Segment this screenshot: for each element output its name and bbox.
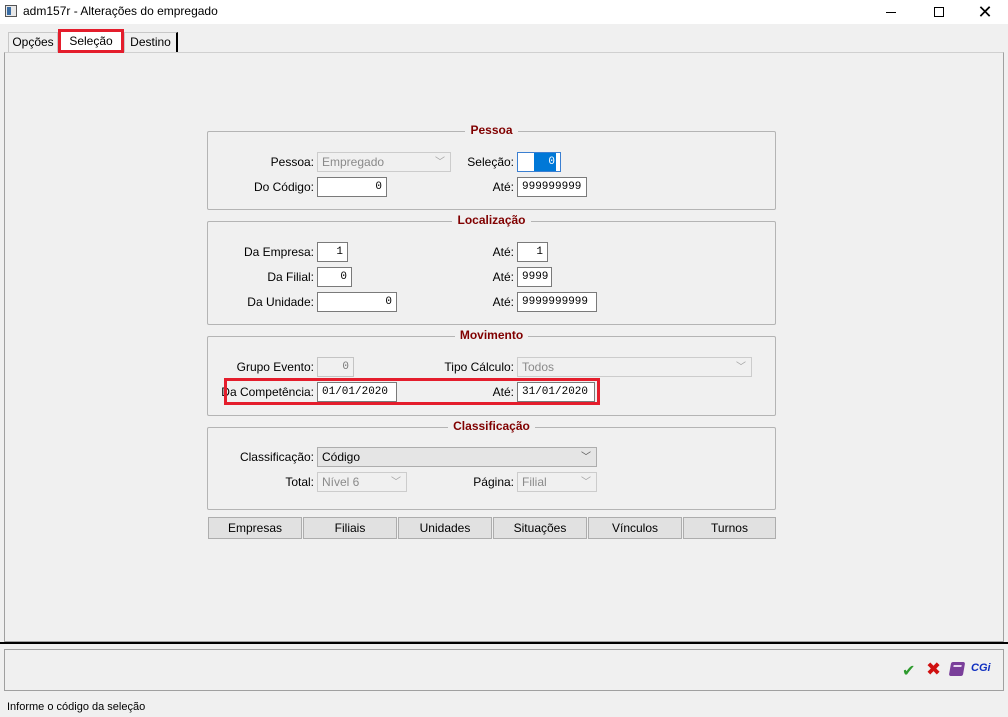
pagina-value: Filial: [522, 475, 547, 489]
pessoa-label: Pessoa:: [270, 155, 314, 169]
pagina-label: Página:: [473, 475, 514, 489]
ate-empresa-input[interactable]: 1: [517, 242, 548, 262]
group-classificacao: Classificação: [207, 419, 776, 510]
classificacao-value: Código: [322, 450, 361, 464]
pagina-select: Filial ﹀: [517, 472, 597, 492]
tipo-calculo-label: Tipo Cálculo:: [444, 360, 514, 374]
do-codigo-label: Do Código:: [253, 180, 314, 194]
highlight-box-competencia: [224, 378, 600, 405]
ate-codigo-label: Até:: [492, 180, 514, 194]
classificacao-label: Classificação:: [239, 450, 314, 464]
chevron-down-icon: ﹀: [581, 452, 591, 463]
da-filial-input[interactable]: 0: [317, 267, 352, 287]
pessoa-select: Empregado ﹀: [317, 152, 451, 172]
ate-codigo-input[interactable]: 999999999: [517, 177, 587, 197]
tipo-calculo-select: Todos ﹀: [517, 357, 752, 377]
app-icon: [5, 5, 17, 17]
group-title-pessoa: Pessoa: [465, 123, 518, 137]
confirm-icon[interactable]: ✔: [902, 661, 915, 681]
bottom-toolbar: [4, 649, 1004, 691]
maximize-button[interactable]: [916, 0, 962, 24]
tab-destino[interactable]: Destino: [124, 32, 178, 52]
minimize-icon: [886, 11, 896, 13]
help-book-icon[interactable]: [948, 662, 966, 676]
chevron-down-icon: ﹀: [581, 477, 591, 488]
panel-divider: [0, 642, 1008, 644]
grupo-evento-label: Grupo Evento:: [236, 360, 314, 374]
classificacao-select[interactable]: Código ﹀: [317, 447, 597, 467]
selecao-input-value: 0: [534, 153, 556, 171]
minimize-button[interactable]: [868, 0, 914, 24]
pessoa-select-value: Empregado: [322, 155, 385, 169]
ate-filial-label: Até:: [492, 270, 514, 284]
close-button[interactable]: ✕: [962, 0, 1008, 24]
chevron-down-icon: ﹀: [736, 362, 746, 373]
ate-unidade-label: Até:: [492, 295, 514, 309]
selecao-input[interactable]: 0: [517, 152, 561, 172]
tab-selecao[interactable]: Seleção: [58, 29, 124, 53]
tipo-calculo-value: Todos: [522, 360, 555, 374]
chevron-down-icon: ﹀: [435, 157, 445, 168]
group-title-classificacao: Classificação: [448, 419, 535, 433]
title-bar: adm157r - Alterações do empregado ✕: [0, 0, 1008, 24]
cancel-icon[interactable]: ✖: [926, 659, 941, 680]
ate-filial-input[interactable]: 9999: [517, 267, 552, 287]
do-codigo-input[interactable]: 0: [317, 177, 387, 197]
situacoes-button[interactable]: Situações: [493, 517, 587, 539]
status-bar: Informe o código da seleção: [7, 701, 146, 713]
vinculos-button[interactable]: Vínculos: [588, 517, 682, 539]
close-icon: ✕: [977, 1, 993, 22]
da-empresa-input[interactable]: 1: [317, 242, 348, 262]
unidades-button[interactable]: Unidades: [398, 517, 492, 539]
empresas-button[interactable]: Empresas: [208, 517, 302, 539]
cgi-logo-icon[interactable]: CGi: [971, 662, 991, 674]
ate-empresa-label: Até:: [492, 245, 514, 259]
selecao-label: Seleção:: [467, 155, 514, 169]
da-filial-label: Da Filial:: [267, 270, 314, 284]
da-unidade-label: Da Unidade:: [247, 295, 314, 309]
maximize-icon: [934, 7, 944, 17]
window-title: adm157r - Alterações do empregado: [23, 4, 218, 18]
group-title-movimento: Movimento: [454, 328, 529, 342]
chevron-down-icon: ﹀: [391, 477, 401, 488]
group-title-localizacao: Localização: [452, 213, 531, 227]
grupo-evento-input: 0: [317, 357, 354, 377]
da-unidade-input[interactable]: 0: [317, 292, 397, 312]
da-empresa-label: Da Empresa:: [243, 245, 314, 259]
turnos-button[interactable]: Turnos: [683, 517, 776, 539]
total-label: Total:: [285, 475, 314, 489]
filiais-button[interactable]: Filiais: [303, 517, 397, 539]
ate-unidade-input[interactable]: 9999999999: [517, 292, 597, 312]
total-select: Nível 6 ﹀: [317, 472, 407, 492]
total-value: Nível 6: [322, 475, 360, 489]
tab-opcoes[interactable]: Opções: [8, 32, 58, 52]
